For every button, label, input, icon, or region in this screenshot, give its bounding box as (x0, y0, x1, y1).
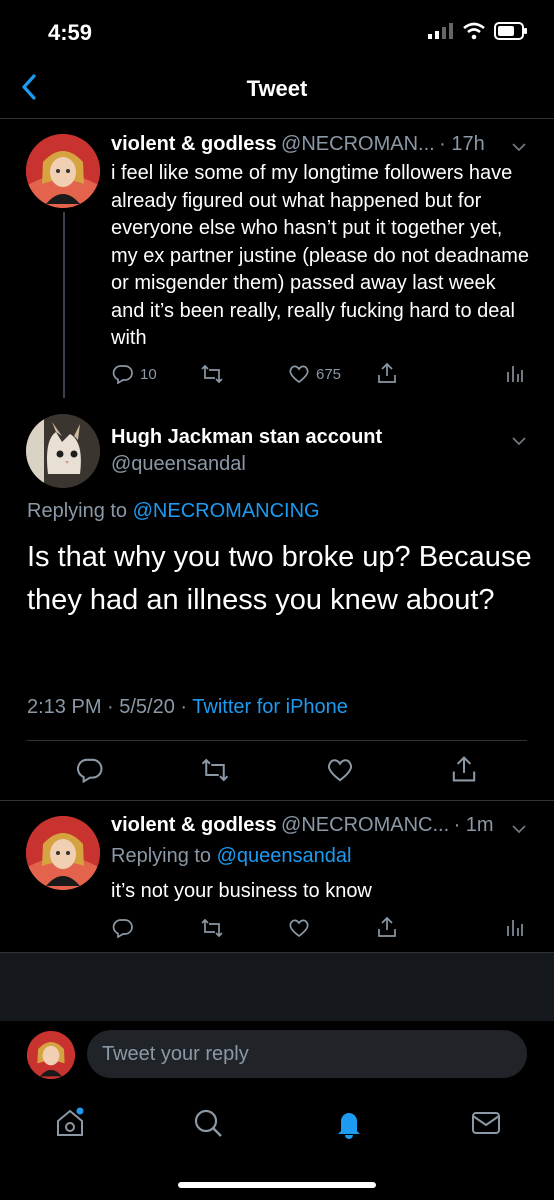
chevron-down-icon (512, 143, 526, 152)
tab-messages[interactable] (470, 1107, 502, 1144)
tweet-menu-button[interactable] (512, 430, 526, 451)
notifications-icon (338, 1113, 360, 1139)
like-button[interactable]: 675 (288, 364, 341, 384)
status-icons (428, 22, 528, 40)
like-count: 675 (316, 365, 342, 383)
tab-bar (0, 1095, 554, 1155)
replying-to: Replying to @queensandal (111, 845, 351, 868)
signal-icon (428, 23, 453, 39)
tweet-time: · 1m (453, 814, 494, 836)
analytics-button[interactable] (506, 362, 524, 384)
avatar[interactable] (26, 414, 100, 488)
retweet-button[interactable] (200, 918, 224, 938)
tab-notifications[interactable] (333, 1107, 365, 1144)
user-handle[interactable]: @queensandal (111, 453, 246, 476)
analytics-icon (507, 366, 523, 382)
retweet-icon (201, 364, 223, 384)
search-icon (194, 1109, 222, 1137)
tweet-source[interactable]: Twitter for iPhone (192, 696, 348, 718)
reply-icon (112, 919, 133, 938)
home-indicator (178, 1182, 376, 1188)
replying-to-label: Replying to (111, 845, 212, 867)
header-bar: Tweet (0, 60, 554, 119)
home-icon (57, 1107, 84, 1136)
tweet-text: i feel like some of my longtime follower… (111, 162, 530, 349)
share-button[interactable] (376, 362, 398, 384)
like-icon (327, 759, 353, 782)
replying-to-label: Replying to (27, 500, 128, 522)
retweet-button[interactable] (200, 757, 230, 788)
tweet-menu-button[interactable] (512, 136, 526, 157)
chevron-down-icon (512, 437, 526, 446)
analytics-icon (507, 920, 523, 936)
tweet-text: it’s not your business to know (111, 880, 372, 902)
tab-home[interactable] (54, 1107, 86, 1144)
thread-line (63, 212, 65, 398)
tweet-header: violent & godless @NECROMAN... · 17h (111, 133, 531, 156)
tweet-text: Is that why you two broke up? Because th… (27, 541, 532, 616)
share-icon (378, 362, 396, 383)
reply-count: 10 (140, 365, 157, 383)
share-button[interactable] (450, 755, 478, 788)
wifi-icon (463, 22, 485, 40)
like-icon (289, 919, 309, 938)
tweet-time: · 17h (439, 133, 485, 155)
like-button[interactable] (326, 757, 354, 788)
tweet-meta: 2:13 PM · 5/5/20 · Twitter for iPhone (27, 696, 348, 719)
battery-icon (494, 22, 527, 40)
share-button[interactable] (376, 916, 398, 938)
reply-icon (112, 365, 133, 384)
replying-to: Replying to @NECROMANCING (27, 500, 320, 523)
avatar (27, 1031, 75, 1079)
reply-button[interactable] (76, 757, 104, 788)
avatar[interactable] (26, 134, 100, 208)
like-button[interactable] (288, 918, 310, 938)
user-handle[interactable]: @NECROMANC... (281, 814, 449, 836)
display-name[interactable]: violent & godless (111, 814, 277, 836)
replying-to-handle[interactable]: @queensandal (217, 845, 352, 867)
reply-button[interactable]: 10 (112, 364, 157, 384)
display-name[interactable]: violent & godless (111, 133, 277, 155)
share-icon (452, 756, 476, 782)
user-handle[interactable]: @NECROMAN... (281, 133, 435, 155)
reply-icon (77, 758, 103, 784)
reply-button[interactable] (112, 918, 134, 938)
like-icon (289, 365, 309, 384)
divider (27, 740, 527, 741)
tweet-menu-button[interactable] (512, 818, 526, 839)
display-name[interactable]: Hugh Jackman stan account (111, 426, 382, 449)
retweet-icon (201, 918, 223, 938)
chevron-down-icon (512, 825, 526, 834)
analytics-button[interactable] (506, 916, 524, 938)
status-time: 4:59 (48, 20, 93, 45)
avatar[interactable] (26, 816, 100, 890)
retweet-icon (201, 758, 229, 782)
tweet-timestamp: 2:13 PM · 5/5/20 · (27, 696, 188, 718)
tweet-header: violent & godless @NECROMANC... · 1m (111, 814, 531, 837)
messages-icon (472, 1112, 500, 1134)
page-title: Tweet (246, 76, 308, 101)
share-icon (378, 916, 396, 937)
replying-to-handle[interactable]: @NECROMANCING (133, 500, 320, 522)
empty-space (0, 952, 554, 1021)
divider (0, 800, 554, 801)
retweet-button[interactable] (200, 364, 224, 384)
tab-search[interactable] (192, 1107, 224, 1144)
reply-input[interactable]: Tweet your reply (87, 1030, 527, 1078)
